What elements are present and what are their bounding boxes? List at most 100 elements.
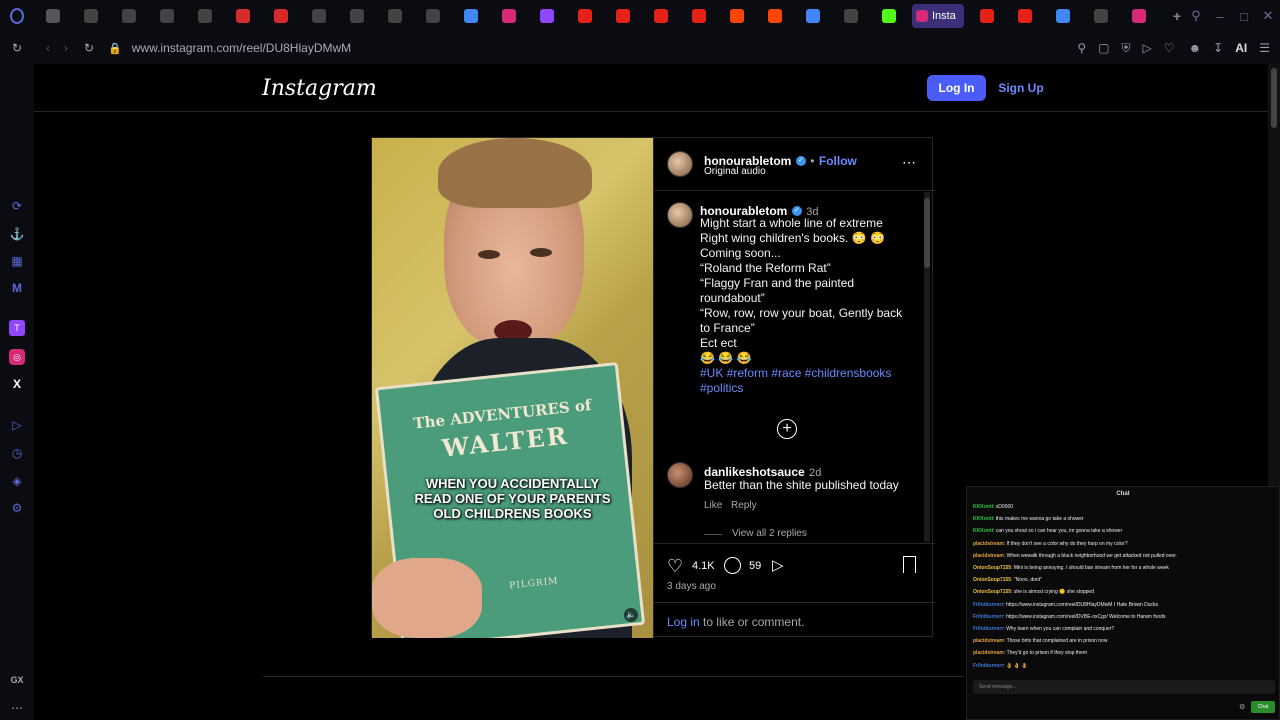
browser-tab[interactable]	[452, 0, 490, 32]
browser-tab[interactable]	[224, 0, 262, 32]
chat-username[interactable]: placidstream	[973, 541, 1004, 547]
login-link[interactable]: Log in	[667, 615, 700, 629]
download-icon[interactable]: ↧	[1213, 41, 1223, 55]
sidebar-ship-icon[interactable]: ⚓	[9, 226, 25, 242]
chat-username[interactable]: OnionSoup7155	[973, 565, 1011, 571]
hashtags[interactable]: #politics	[700, 381, 910, 396]
chat-username[interactable]: placidstream	[973, 638, 1004, 644]
chat-username[interactable]: KKKonti	[973, 516, 993, 522]
commenter-avatar[interactable]	[667, 462, 693, 488]
reel-video[interactable]: The ADVENTURES of WALTER PILGRIM WHEN YO…	[372, 138, 653, 638]
browser-tab[interactable]	[148, 0, 186, 32]
instagram-logo[interactable]: Instagram	[262, 76, 377, 101]
browser-tab[interactable]	[338, 0, 376, 32]
chat-username[interactable]: Fr0ntburnerr	[973, 602, 1003, 608]
like-icon[interactable]: ♡	[667, 556, 683, 577]
chat-username[interactable]: OnionSoup7155	[973, 589, 1011, 595]
browser-tab[interactable]	[490, 0, 528, 32]
chat-settings-icon[interactable]: ⚙	[1239, 703, 1245, 711]
browser-tab[interactable]	[566, 0, 604, 32]
maximize-button[interactable]: □	[1232, 9, 1256, 24]
comment-like-link[interactable]: Like	[704, 500, 722, 511]
browser-tab[interactable]	[110, 0, 148, 32]
browser-tab[interactable]	[756, 0, 794, 32]
heart-icon[interactable]: ♡	[1164, 41, 1175, 55]
browser-tab[interactable]	[832, 0, 870, 32]
more-icon[interactable]: ⋯	[9, 700, 25, 716]
browser-tab[interactable]	[604, 0, 642, 32]
close-window-button[interactable]: ✕	[1256, 8, 1280, 24]
browser-tab[interactable]	[34, 0, 72, 32]
chat-username[interactable]: KKKonti	[973, 528, 993, 534]
browser-tab[interactable]	[376, 0, 414, 32]
signup-button[interactable]: Sign Up	[996, 75, 1046, 101]
comment-reply-link[interactable]: Reply	[731, 500, 757, 511]
more-options-icon[interactable]: ⋯	[902, 154, 916, 171]
sidebar-grid-icon[interactable]: ▦	[9, 253, 25, 269]
gx-icon[interactable]: GX	[9, 672, 25, 688]
sidebar-play-icon[interactable]: ▷	[9, 417, 25, 433]
commenter-username[interactable]: danlikeshotsauce	[704, 465, 805, 479]
login-button[interactable]: Log In	[927, 75, 986, 101]
instagram-icon[interactable]: ◎	[9, 349, 25, 365]
chat-username[interactable]: Fr0ntburnerr	[973, 626, 1003, 632]
browser-tab[interactable]	[870, 0, 908, 32]
url-field[interactable]: www.instagram.com/reel/DU8HlayDMwM	[132, 41, 351, 55]
browser-tab[interactable]	[680, 0, 718, 32]
chat-username[interactable]: placidstream	[973, 650, 1004, 656]
browser-tab[interactable]	[414, 0, 452, 32]
follow-button[interactable]: Follow	[819, 154, 857, 168]
browser-tab[interactable]	[1006, 0, 1044, 32]
extensions-icon[interactable]: ◈	[9, 473, 25, 489]
snapshot-icon[interactable]: ▢	[1098, 41, 1109, 55]
browser-tab[interactable]	[72, 0, 110, 32]
browser-tab[interactable]	[642, 0, 680, 32]
save-icon[interactable]	[903, 556, 916, 573]
pin-icon[interactable]: ⚲	[1077, 41, 1086, 55]
browser-tab[interactable]	[528, 0, 566, 32]
audio-label[interactable]: Original audio	[704, 166, 766, 177]
caption-avatar[interactable]	[667, 202, 693, 228]
sidebar-m-icon[interactable]: M	[9, 280, 25, 296]
browser-tab[interactable]	[718, 0, 756, 32]
browser-tab[interactable]	[794, 0, 832, 32]
browser-tab[interactable]	[300, 0, 338, 32]
browser-tab[interactable]	[1120, 0, 1158, 32]
load-more-comments-icon[interactable]: +	[777, 419, 797, 439]
history-icon[interactable]: ◷	[9, 445, 25, 461]
reload-icon[interactable]: ↻	[84, 41, 94, 55]
x-icon[interactable]: X	[9, 376, 25, 392]
view-replies-link[interactable]: View all 2 replies	[732, 528, 807, 539]
comment-icon[interactable]	[724, 557, 741, 574]
mute-icon[interactable]: 🔈	[624, 608, 638, 622]
profile-icon[interactable]: ☻	[1189, 41, 1202, 55]
browser-tab[interactable]	[186, 0, 224, 32]
author-avatar[interactable]	[667, 151, 693, 177]
chat-username[interactable]: Fr0ntburnerr	[973, 614, 1003, 620]
chat-username[interactable]: Fr0ntburnerr	[973, 663, 1003, 669]
browser-tab[interactable]	[262, 0, 300, 32]
chat-username[interactable]: OnionSoup7155	[973, 577, 1011, 583]
minimize-button[interactable]: –	[1208, 9, 1232, 24]
browser-tab[interactable]	[1082, 0, 1120, 32]
play-icon[interactable]: ▷	[1143, 41, 1152, 55]
share-icon[interactable]: ▷	[772, 556, 784, 574]
shield-icon[interactable]: ⛨	[1122, 41, 1131, 56]
comments-scrollbar[interactable]	[924, 192, 930, 542]
ai-icon[interactable]: AI	[1235, 41, 1247, 55]
chat-username[interactable]: KKKonti	[973, 504, 993, 510]
chat-username[interactable]: placidstream	[973, 553, 1004, 559]
forward-icon[interactable]: ›	[64, 41, 68, 55]
hashtags[interactable]: #UK #reform #race #childrensbooks	[700, 366, 910, 381]
search-tabs-icon[interactable]: ⚲	[1184, 8, 1208, 24]
browser-tab[interactable]	[1044, 0, 1082, 32]
settings-icon[interactable]: ⚙	[9, 500, 25, 516]
browser-tab[interactable]	[968, 0, 1006, 32]
sidebar-arc-icon[interactable]: ⟳	[9, 198, 25, 214]
chat-input[interactable]: Send message...	[973, 680, 1275, 694]
chat-send-button[interactable]: Chat	[1251, 701, 1275, 713]
twitch-icon[interactable]: T	[9, 320, 25, 336]
tab-instagram-active[interactable]: Insta	[912, 4, 964, 28]
back-icon[interactable]: ‹	[46, 41, 50, 55]
refresh-icon[interactable]: ↻	[9, 40, 25, 56]
